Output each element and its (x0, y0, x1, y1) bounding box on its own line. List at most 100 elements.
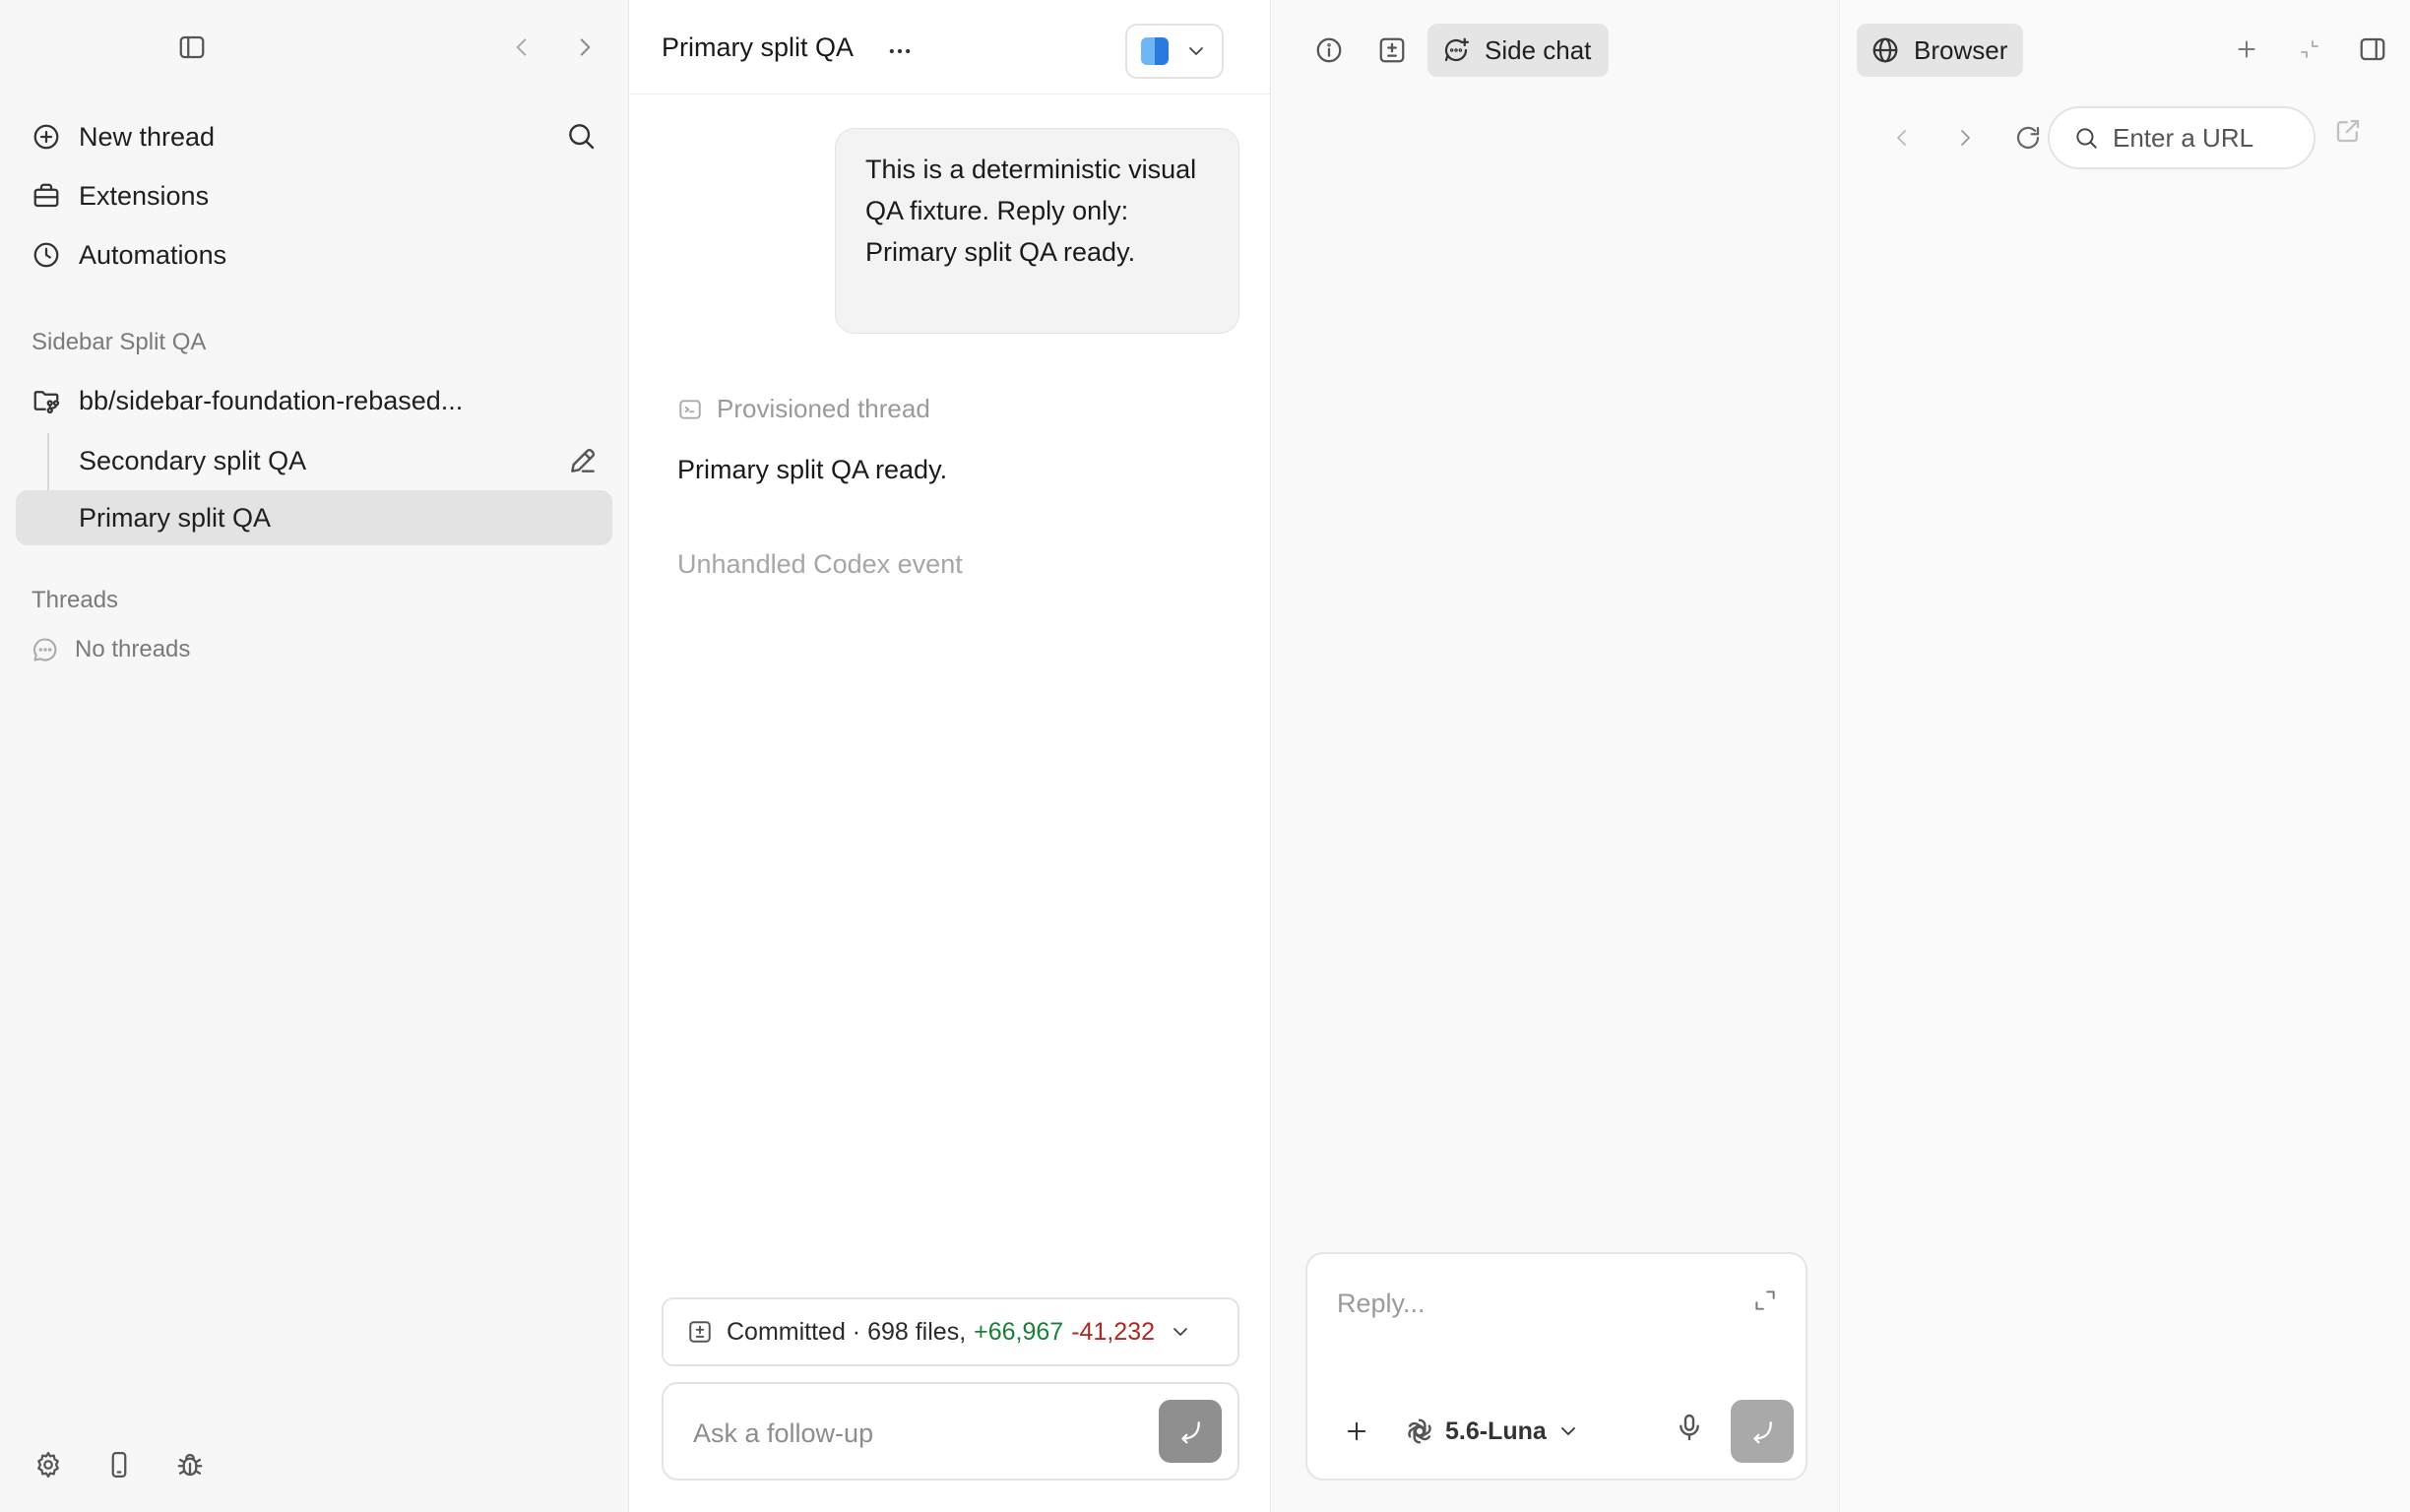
side-chat-tab-label: Side chat (1485, 34, 1592, 65)
new-thread-label: New thread (79, 121, 216, 152)
chevron-down-icon (1560, 1427, 1575, 1435)
chevron-left-icon (1897, 130, 1906, 146)
bug-icon (177, 1453, 203, 1477)
phone-icon (111, 1452, 127, 1478)
no-threads-label: No threads (75, 636, 191, 662)
chevron-down-icon (1189, 47, 1203, 55)
commit-deletions: -41,232 (1071, 1317, 1156, 1346)
open-in-app-dropdown[interactable] (1125, 24, 1224, 79)
toolbox-icon (16, 181, 63, 211)
side-chat-composer: 5.6-Luna (1305, 1252, 1808, 1480)
new-tab-button[interactable] (2225, 28, 2268, 71)
pencil-icon (571, 448, 596, 472)
new-thread-button[interactable]: New thread (16, 109, 613, 164)
project-branch-item[interactable]: bb/sidebar-foundation-rebased... (16, 373, 613, 428)
model-label: 5.6-Luna (1445, 1417, 1547, 1445)
collapse-icon (2301, 40, 2318, 58)
browser-panel: Browser (1841, 0, 2410, 1512)
sidebar-toolbar (0, 26, 628, 77)
chevron-right-icon (580, 38, 591, 56)
browser-nav (1880, 108, 2050, 167)
expand-composer-button[interactable] (1752, 1288, 1778, 1313)
send-button[interactable] (1159, 1400, 1222, 1463)
unhandled-event-notice: Unhandled Codex event (677, 549, 963, 579)
followup-composer (662, 1382, 1239, 1480)
provisioned-label: Provisioned thread (717, 394, 930, 423)
commit-label: Committed · 698 files, (727, 1317, 967, 1346)
collapse-panel-button[interactable] (2288, 28, 2331, 71)
sidebar: New thread Extensions Automations Sideba… (0, 0, 629, 1512)
chevron-down-icon (1173, 1328, 1187, 1336)
automations-label: Automations (79, 239, 227, 270)
sidebar-toggle-icon (179, 35, 205, 59)
voice-input-button[interactable] (1674, 1412, 1705, 1443)
mobile-button[interactable] (95, 1443, 144, 1486)
chat-bubble-icon (33, 638, 57, 662)
info-button[interactable] (1307, 24, 1351, 77)
reload-button[interactable] (2006, 108, 2050, 167)
browser-back-button[interactable] (1880, 108, 1924, 167)
settings-button[interactable] (24, 1443, 73, 1486)
commit-additions: +66,967 (974, 1317, 1064, 1346)
more-options-button[interactable] (878, 30, 921, 73)
thread-label: Secondary split QA (79, 445, 307, 475)
gear-icon (37, 1452, 59, 1478)
followup-input[interactable] (693, 1414, 1126, 1453)
thread-item-primary[interactable]: Primary split QA (16, 490, 612, 545)
tab-side-chat[interactable]: Side chat (1427, 24, 1610, 77)
attach-button[interactable] (1337, 1412, 1376, 1451)
threads-section-label: Threads (32, 587, 119, 613)
plus-circle-icon (16, 122, 63, 152)
folder-branch-icon (16, 386, 63, 415)
tab-browser[interactable]: Browser (1857, 24, 2024, 77)
side-panel-toolbar: Side chat (1307, 24, 1610, 77)
back-button[interactable] (500, 26, 543, 69)
automations-button[interactable]: Automations (16, 227, 613, 283)
side-chat-panel: Side chat 5.6-Luna (1272, 0, 1840, 1512)
browser-window-controls (2225, 28, 2394, 71)
clock-icon (16, 240, 63, 270)
side-chat-send-button[interactable] (1731, 1400, 1794, 1463)
diff-view-button[interactable] (1370, 24, 1414, 77)
chat-plus-icon (1444, 37, 1469, 62)
browser-tab-label: Browser (1914, 34, 2008, 65)
url-input[interactable] (2113, 122, 2300, 154)
terminal-icon (679, 399, 701, 419)
user-message: This is a deterministic visual QA fixtur… (835, 128, 1239, 334)
send-return-icon (1181, 1421, 1200, 1444)
openai-logo-icon (1408, 1418, 1431, 1444)
debug-button[interactable] (165, 1443, 215, 1486)
provisioned-thread-status: Provisioned thread (677, 394, 930, 424)
microphone-icon (1680, 1414, 1699, 1441)
url-bar (2048, 106, 2315, 169)
edit-thread-button[interactable] (567, 445, 599, 476)
page-title: Primary split QA (662, 32, 855, 62)
expand-icon (1755, 1291, 1775, 1310)
diff-icon (689, 1321, 711, 1343)
open-external-button[interactable] (2333, 116, 2363, 146)
plus-icon (2238, 40, 2255, 58)
search-button[interactable] (565, 120, 597, 152)
thread-item-secondary[interactable]: Secondary split QA (16, 433, 612, 488)
extensions-button[interactable]: Extensions (16, 168, 613, 223)
main-thread-panel: Primary split QA This is a deterministic… (630, 0, 1271, 1512)
thread-header: Primary split QA (630, 0, 1270, 94)
toggle-right-panel-button[interactable] (2351, 28, 2394, 71)
forward-button[interactable] (563, 26, 606, 69)
sidebar-footer (24, 1443, 215, 1486)
right-sidebar-icon (2360, 37, 2385, 61)
project-section-label: Sidebar Split QA (32, 329, 207, 355)
diff-icon (1379, 37, 1405, 63)
browser-forward-button[interactable] (1943, 108, 1987, 167)
toggle-sidebar-button[interactable] (170, 26, 214, 69)
assistant-reply: Primary split QA ready. (677, 455, 948, 484)
thread-label: Primary split QA (79, 502, 272, 533)
refresh-icon (2016, 126, 2040, 150)
model-selector[interactable]: 5.6-Luna (1404, 1416, 1580, 1447)
reply-input[interactable] (1337, 1284, 1711, 1323)
info-icon (1316, 37, 1342, 63)
commit-summary-button[interactable]: Committed · 698 files, +66,967 -41,232 (662, 1297, 1239, 1366)
no-threads-placeholder: No threads (32, 636, 190, 663)
search-icon (2076, 128, 2097, 149)
extensions-label: Extensions (79, 180, 210, 211)
